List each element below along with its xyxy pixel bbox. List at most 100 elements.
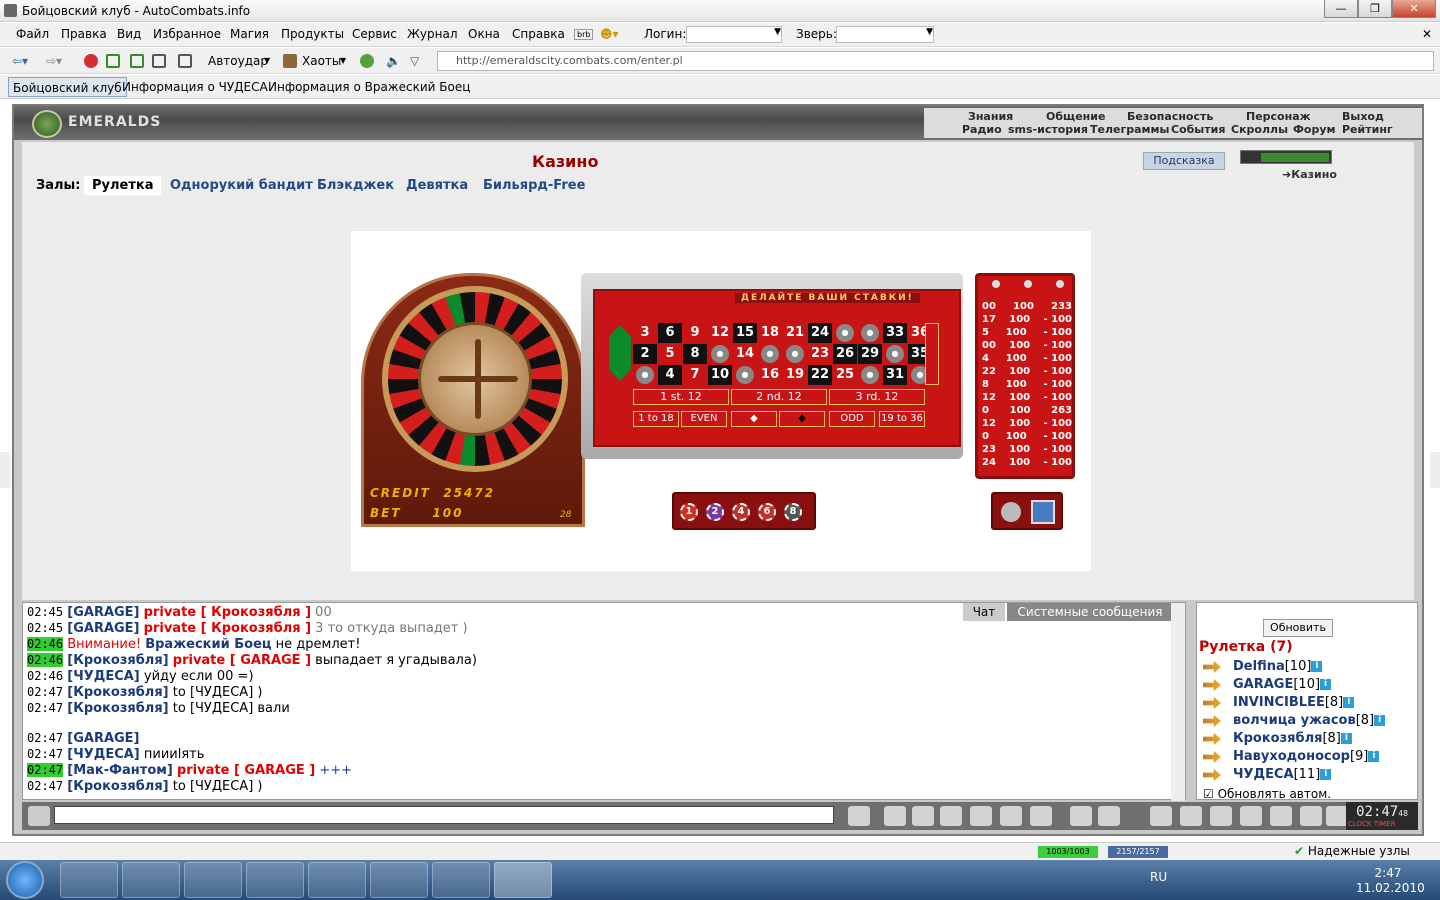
nav-forum[interactable]: Форум: [1293, 123, 1336, 136]
number-cell[interactable]: 8: [683, 344, 707, 364]
user-entry[interactable]: Delfina[10] i: [1233, 659, 1323, 674]
bet-1-to-18[interactable]: 1 to 18: [633, 411, 679, 427]
number-cell[interactable]: 25: [833, 365, 857, 385]
private-message-icon[interactable]: [1203, 733, 1221, 745]
computer-icon[interactable]: [1031, 500, 1055, 524]
number-cell[interactable]: 3: [633, 323, 657, 343]
placed-chip[interactable]: ●: [861, 366, 879, 384]
menu-journal[interactable]: Журнал: [407, 27, 458, 41]
chat-nick[interactable]: [ЧУДЕСА]: [67, 747, 139, 762]
private-message-icon[interactable]: [1203, 661, 1221, 673]
pet-select[interactable]: ▼: [836, 26, 934, 43]
green-orb-icon[interactable]: [360, 54, 374, 68]
refresh-button[interactable]: Обновить: [1263, 619, 1333, 637]
taskbar-ie-icon[interactable]: [60, 862, 118, 898]
number-cell[interactable]: 29: [858, 344, 882, 364]
number-cell[interactable]: 23: [808, 344, 832, 364]
chat-nick[interactable]: [Крокозябля]: [67, 779, 168, 794]
number-cell[interactable]: 10: [708, 365, 732, 385]
bet-red[interactable]: ◆: [731, 411, 777, 427]
sound-icon[interactable]: 🔈: [386, 52, 401, 70]
user-entry[interactable]: волчица ужасов[8] i: [1233, 713, 1386, 728]
clear-icon[interactable]: [884, 806, 906, 826]
hall-nine[interactable]: Девятка: [406, 178, 468, 193]
nav-scrolls[interactable]: Скроллы: [1231, 123, 1288, 136]
maximize-button[interactable]: ❐: [1358, 0, 1392, 18]
tray-clock[interactable]: 2:47 11.02.2010: [1356, 866, 1425, 896]
private-message-icon[interactable]: [1203, 751, 1221, 763]
number-cell[interactable]: 31: [883, 365, 907, 385]
taskbar-combats-icon[interactable]: [494, 862, 552, 898]
private-message-icon[interactable]: [1203, 679, 1221, 691]
info-icon[interactable]: i: [1374, 715, 1386, 726]
mask-icon[interactable]: [1240, 806, 1262, 826]
number-cell[interactable]: 12: [708, 323, 732, 343]
number-cell[interactable]: 18: [758, 323, 782, 343]
user-name[interactable]: волчица ужасов: [1233, 713, 1356, 728]
bet-19-to-36[interactable]: 19 to 36: [879, 411, 925, 427]
close-icon[interactable]: ✕: [1422, 27, 1432, 41]
autoudar-dropdown-icon[interactable]: ▼: [264, 52, 270, 70]
chat-nick[interactable]: [GARAGE]: [67, 605, 139, 620]
info-icon[interactable]: i: [1343, 697, 1355, 708]
chat-scrollbar[interactable]: [1171, 603, 1185, 801]
refresh-icon[interactable]: [106, 54, 120, 68]
user-name[interactable]: Крокозябля: [1233, 731, 1322, 746]
tab-chat[interactable]: Чат: [963, 603, 1005, 621]
user-entry[interactable]: ЧУДЕСА[11] i: [1233, 767, 1332, 782]
settings-icon[interactable]: [1098, 806, 1120, 826]
flag-icon[interactable]: [1300, 806, 1322, 826]
right-expand-handle[interactable]: [1430, 452, 1440, 488]
taskbar-skype-icon[interactable]: [370, 862, 428, 898]
stats-icon[interactable]: [1000, 806, 1022, 826]
user-name[interactable]: GARAGE: [1233, 677, 1293, 692]
smile-icon[interactable]: [1070, 806, 1092, 826]
number-cell[interactable]: 9: [683, 323, 707, 343]
number-cell[interactable]: 19: [783, 365, 807, 385]
dozen-2[interactable]: 2 nd. 12: [731, 389, 827, 405]
user-name[interactable]: ЧУДЕСА: [1233, 767, 1294, 782]
fight-icon[interactable]: [970, 806, 992, 826]
back-icon[interactable]: ⇦▾: [12, 52, 28, 70]
user-entry[interactable]: Навуходоносор[9] i: [1233, 749, 1380, 764]
taskbar-media-icon[interactable]: [184, 862, 242, 898]
chat-nick[interactable]: [GARAGE]: [67, 621, 139, 636]
chip-2[interactable]: 2: [706, 503, 724, 521]
nav-sms-history[interactable]: sms-история: [1008, 123, 1088, 136]
info-icon[interactable]: i: [1320, 769, 1332, 780]
tab-fight-club[interactable]: Бойцовский клуб: [8, 77, 127, 97]
private-message-icon[interactable]: [1203, 715, 1221, 727]
chat-nick[interactable]: [Крокозябля]: [67, 701, 168, 716]
bag-icon[interactable]: [1150, 806, 1172, 826]
autoudar-button[interactable]: Автоудар: [208, 52, 268, 70]
number-cell[interactable]: 4: [658, 365, 682, 385]
nav-events[interactable]: События: [1171, 123, 1225, 136]
number-cell[interactable]: 33: [883, 323, 907, 343]
placed-chip[interactable]: ●: [786, 345, 804, 363]
chat-nick[interactable]: [Крокозябля]: [67, 685, 168, 700]
column-bets[interactable]: [925, 323, 939, 385]
placed-chip[interactable]: ●: [736, 366, 754, 384]
number-cell[interactable]: 24: [808, 323, 832, 343]
chip-8[interactable]: 8: [784, 503, 802, 521]
info-icon[interactable]: i: [1368, 751, 1380, 762]
chat-nick[interactable]: [ЧУДЕСА]: [67, 669, 139, 684]
bet-even[interactable]: EVEN: [681, 411, 727, 427]
placed-chip[interactable]: ●: [861, 324, 879, 342]
roulette-wheel[interactable]: [382, 286, 568, 472]
menu-view[interactable]: Вид: [117, 27, 141, 41]
nav-exit[interactable]: Выход: [1342, 110, 1384, 123]
taskbar-window-icon[interactable]: [432, 862, 490, 898]
menu-file[interactable]: Файл: [16, 27, 49, 41]
haoty-dropdown-icon[interactable]: ▼: [340, 52, 346, 70]
scroll-icon[interactable]: [1180, 806, 1202, 826]
placed-chip[interactable]: ●: [886, 345, 904, 363]
hall-roulette[interactable]: Рулетка: [84, 176, 162, 195]
placed-chip[interactable]: ●: [711, 345, 729, 363]
user-name[interactable]: Навуходоносор: [1233, 749, 1350, 764]
tab-system-messages[interactable]: Системные сообщения: [1007, 603, 1173, 621]
chat-nick[interactable]: [Мак-Фантом]: [67, 763, 173, 778]
nav-rating[interactable]: Рейтинг: [1342, 123, 1393, 136]
autorefresh-checkbox[interactable]: ☑ Обновлять автом.: [1203, 787, 1331, 801]
menu-service[interactable]: Сервис: [352, 27, 397, 41]
